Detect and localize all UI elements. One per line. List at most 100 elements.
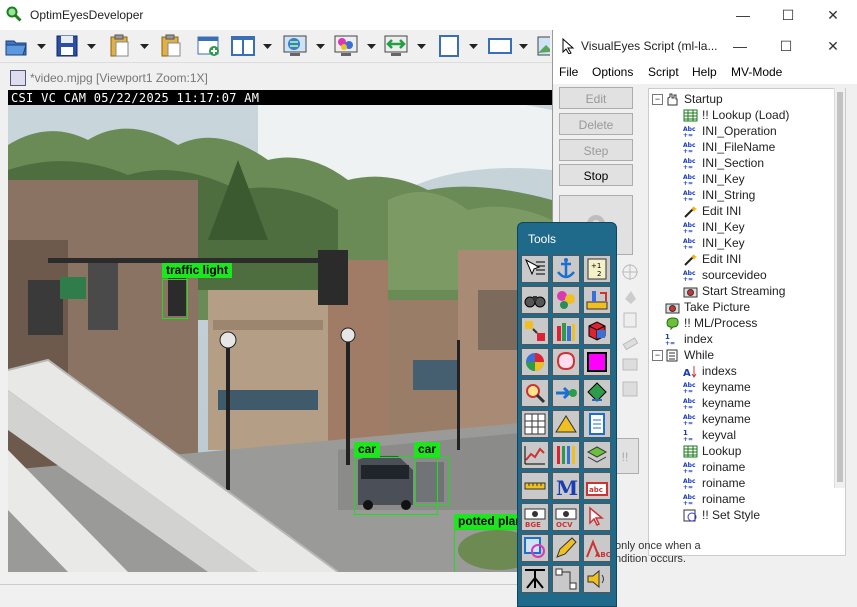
fill-icon[interactable] xyxy=(620,287,640,307)
menu-help[interactable]: Help xyxy=(692,65,717,79)
stop-button[interactable]: Stop xyxy=(559,164,633,186)
new-window-icon[interactable] xyxy=(196,33,222,59)
tool-button[interactable] xyxy=(521,286,549,314)
tool-button[interactable] xyxy=(521,534,549,562)
note-icon[interactable] xyxy=(620,310,640,330)
paste-icon[interactable] xyxy=(107,33,133,59)
tree-expander[interactable]: − xyxy=(652,350,663,361)
chevron-down-icon[interactable] xyxy=(417,40,426,49)
edit-button[interactable]: Edit xyxy=(559,87,633,109)
tool-button[interactable]: ABC xyxy=(583,534,611,562)
tree-scroll-thumb[interactable] xyxy=(837,92,843,482)
image-icon[interactable] xyxy=(536,33,550,59)
tool-button[interactable] xyxy=(583,348,611,376)
detection-box-traffic-light[interactable] xyxy=(162,279,188,319)
globe-monitor-icon[interactable] xyxy=(282,33,308,59)
crosshair-icon[interactable] xyxy=(620,262,640,282)
split-view-icon[interactable] xyxy=(230,33,256,59)
tool-button[interactable] xyxy=(552,317,580,345)
tree-scrollbar[interactable] xyxy=(834,88,845,488)
tool-button[interactable] xyxy=(552,410,580,438)
close-button[interactable]: ✕ xyxy=(818,4,848,26)
tool-button[interactable] xyxy=(583,565,611,593)
menu-options[interactable]: Options xyxy=(592,65,633,79)
video-viewport[interactable]: CSI VC CAM 05/22/2025 11:17:07 AM traffi… xyxy=(8,90,552,572)
tool-button[interactable] xyxy=(583,410,611,438)
sync-monitor-icon[interactable] xyxy=(383,33,409,59)
tree-item[interactable]: − Startup xyxy=(652,91,723,107)
tree-item[interactable]: Abc += INI_Key xyxy=(683,235,745,251)
tool-button[interactable] xyxy=(583,503,611,531)
tool-button[interactable] xyxy=(583,379,611,407)
tool-button[interactable] xyxy=(583,317,611,345)
script-maximize-button[interactable]: ☐ xyxy=(771,35,801,57)
tree-item[interactable]: Start Streaming xyxy=(683,283,785,299)
tree-item[interactable]: Take Picture xyxy=(665,299,750,315)
tree-item[interactable]: Abc += keyname xyxy=(683,411,751,427)
delete-button[interactable]: Delete xyxy=(559,113,633,135)
step-button[interactable]: Step xyxy=(559,139,633,161)
script-tree[interactable]: − Startup !! Lookup (Load) Abc += INI_Operati… xyxy=(648,88,846,556)
tool-button[interactable] xyxy=(552,255,580,283)
tool-button[interactable] xyxy=(521,565,549,593)
tool-button[interactable]: abc xyxy=(583,472,611,500)
tree-item[interactable]: − While xyxy=(652,347,714,363)
tree-item[interactable]: Abc += INI_FileName xyxy=(683,139,775,155)
tree-item[interactable]: Abc += keyname xyxy=(683,395,751,411)
tool-button[interactable] xyxy=(552,441,580,469)
tree-item[interactable]: !! Lookup (Load) xyxy=(683,107,789,123)
save-icon[interactable] xyxy=(54,33,80,59)
tool-button[interactable] xyxy=(583,441,611,469)
tool-button[interactable] xyxy=(521,441,549,469)
open-icon[interactable] xyxy=(4,33,30,59)
tree-item[interactable]: !! Set Style xyxy=(683,507,760,523)
tool-button[interactable]: M xyxy=(552,472,580,500)
maximize-button[interactable]: ☐ xyxy=(773,4,803,26)
copy-icon[interactable] xyxy=(158,33,184,59)
tree-item[interactable]: Abc += INI_Section xyxy=(683,155,764,171)
chevron-down-icon[interactable] xyxy=(519,40,528,49)
tree-item[interactable]: Edit INI xyxy=(683,251,741,267)
tree-expander[interactable]: − xyxy=(652,94,663,105)
chevron-down-icon[interactable] xyxy=(263,40,272,49)
chevron-down-icon[interactable] xyxy=(367,40,376,49)
tool-button[interactable] xyxy=(552,565,580,593)
tool-button[interactable] xyxy=(583,286,611,314)
tree-item[interactable]: Aindexs xyxy=(683,363,737,379)
detection-box-car[interactable] xyxy=(414,457,450,505)
chevron-down-icon[interactable] xyxy=(140,40,149,49)
menu-script[interactable]: Script xyxy=(648,65,679,79)
minimize-button[interactable]: — xyxy=(728,4,758,26)
frame-icon[interactable] xyxy=(436,33,462,59)
tree-item[interactable]: Abc += INI_String xyxy=(683,187,755,203)
tool-button[interactable] xyxy=(552,534,580,562)
tree-item[interactable]: 1 += index xyxy=(665,331,713,347)
tree-item[interactable]: Abc += sourcevideo xyxy=(683,267,767,283)
menu-file[interactable]: File xyxy=(559,65,578,79)
tool-button[interactable] xyxy=(521,255,549,283)
tree-item[interactable]: Abc += INI_Operation xyxy=(683,123,777,139)
tool-button[interactable] xyxy=(552,348,580,376)
tree-item[interactable]: 1 += keyval xyxy=(683,427,736,443)
tool-button[interactable] xyxy=(521,348,549,376)
script-close-button[interactable]: ✕ xyxy=(818,35,848,57)
chevron-down-icon[interactable] xyxy=(37,40,46,49)
tree-item[interactable]: Abc += roiname xyxy=(683,491,745,507)
tree-item[interactable]: Abc += INI_Key xyxy=(683,219,745,235)
tree-item[interactable]: Abc += roiname xyxy=(683,459,745,475)
rectangle-icon[interactable] xyxy=(487,33,513,59)
tool-button[interactable] xyxy=(521,410,549,438)
chevron-down-icon[interactable] xyxy=(316,40,325,49)
tool-button[interactable] xyxy=(552,286,580,314)
tree-item[interactable]: !! ML/Process xyxy=(665,315,757,331)
tool-button[interactable]: OCV xyxy=(552,503,580,531)
tool-button[interactable] xyxy=(552,379,580,407)
tree-item[interactable]: Edit INI xyxy=(683,203,741,219)
tool-button[interactable] xyxy=(521,379,549,407)
tool-button[interactable]: BGE xyxy=(521,503,549,531)
tree-item[interactable]: Abc += INI_Key xyxy=(683,171,745,187)
tool-button[interactable]: +1 2 xyxy=(583,255,611,283)
chevron-down-icon[interactable] xyxy=(469,40,478,49)
eraser-icon[interactable] xyxy=(620,333,640,353)
monitor-icon[interactable] xyxy=(620,356,640,376)
